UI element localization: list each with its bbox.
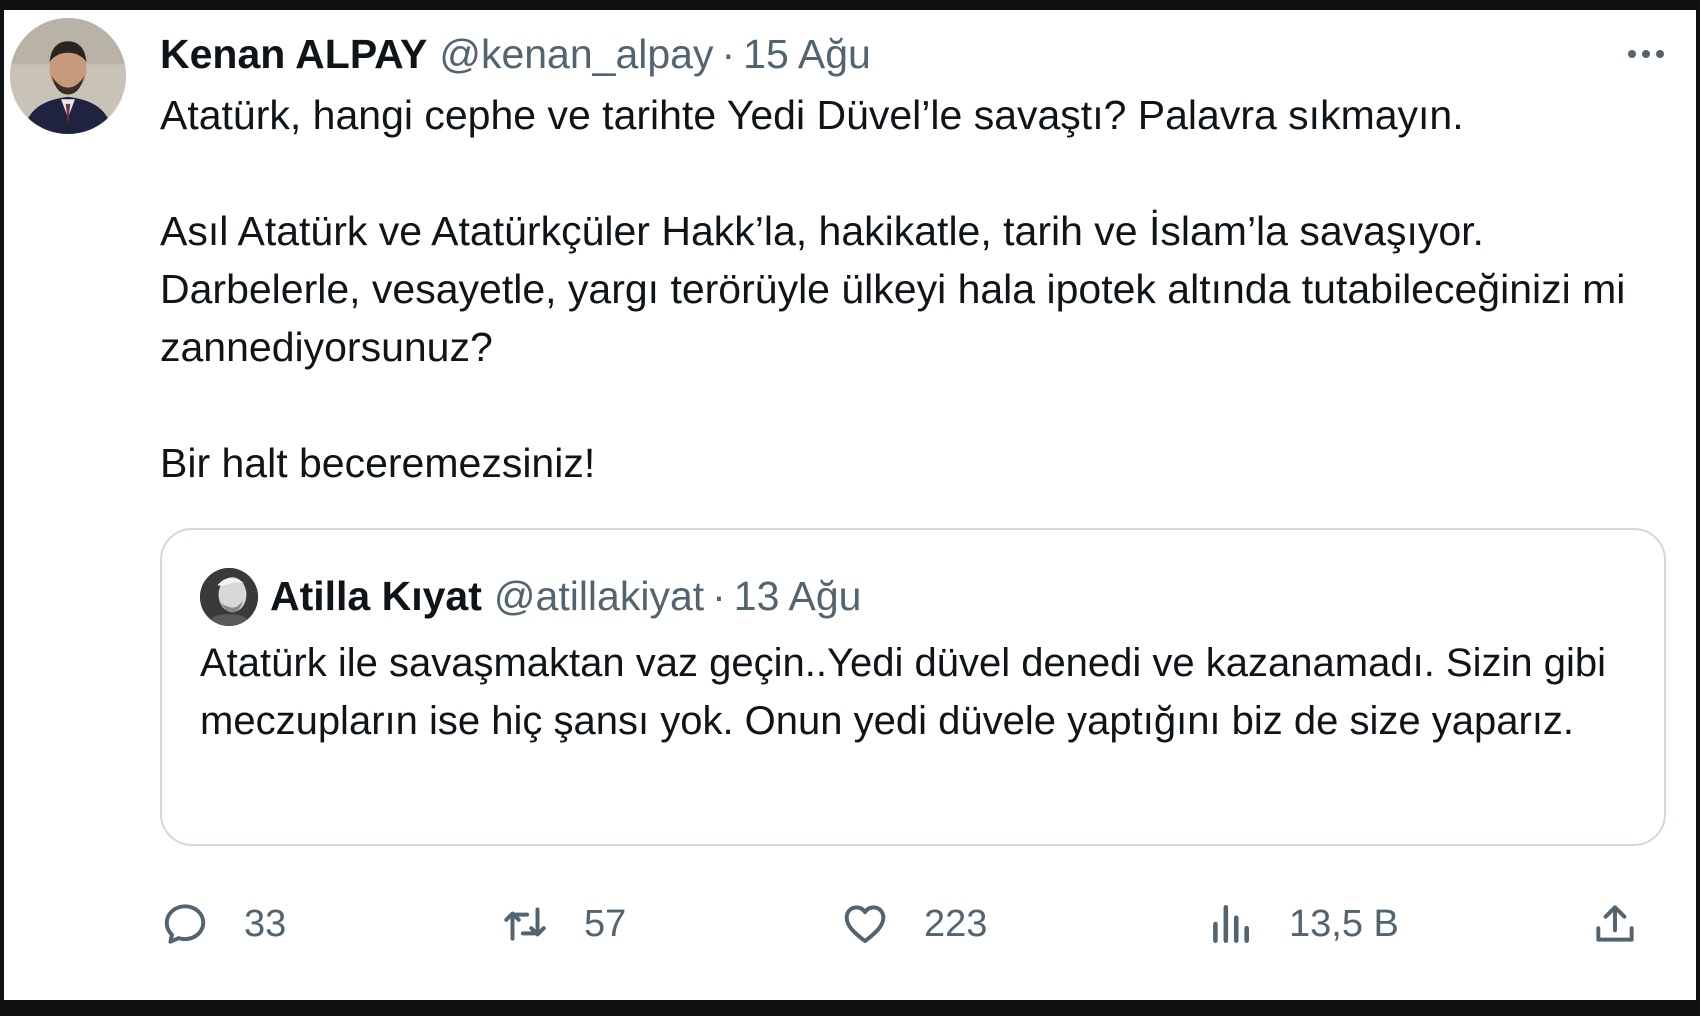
like-button[interactable]: 223 <box>840 894 987 954</box>
tweet-text: Atatürk, hangi cephe ve tarihte Yedi Düv… <box>160 86 1660 492</box>
share-icon <box>1596 905 1634 942</box>
reply-count: 33 <box>244 902 287 945</box>
author-name[interactable]: Kenan ALPAY <box>160 31 427 78</box>
quoted-author-name: Atilla Kıyat <box>270 572 482 619</box>
quoted-tweet-header: Atilla Kıyat @atillakiyat · 13 Ağu <box>270 566 861 626</box>
quoted-header-separator: · <box>712 572 726 619</box>
tweet-paragraph: Atatürk, hangi cephe ve tarihte Yedi Düv… <box>160 92 1464 138</box>
share-button[interactable] <box>1590 894 1640 954</box>
quoted-tweet[interactable]: Atilla Kıyat @atillakiyat · 13 Ağu Atatü… <box>160 528 1666 846</box>
heart-icon <box>844 905 886 944</box>
retweet-icon <box>504 907 546 941</box>
quoted-tweet-text: Atatürk ile savaşmaktan vaz geçin..Yedi … <box>200 641 1606 743</box>
quoted-author-handle: @atillakiyat <box>493 572 705 619</box>
more-options-button[interactable] <box>1616 36 1676 72</box>
tweet-card[interactable]: Kenan ALPAY @kenan_alpay · 15 Ağu Atatür… <box>4 10 1696 1000</box>
more-horizontal-icon <box>1628 50 1636 58</box>
tweet-paragraph: Asıl Atatürk ve Atatürkçüler Hakk’la, ha… <box>160 208 1626 370</box>
quoted-tweet-date: 13 Ağu <box>733 572 862 619</box>
author-avatar-image <box>10 18 126 134</box>
quoted-avatar-image <box>200 568 258 626</box>
reply-icon <box>164 904 206 944</box>
author-handle[interactable]: @kenan_alpay <box>439 31 713 78</box>
more-horizontal-icon-dot <box>1642 50 1650 58</box>
more-horizontal-icon-dot <box>1656 50 1664 58</box>
reply-button[interactable]: 33 <box>160 894 286 954</box>
like-count: 223 <box>924 902 988 945</box>
views-count: 13,5 B <box>1289 902 1399 945</box>
views-button[interactable]: 13,5 B <box>1205 894 1399 954</box>
tweet-paragraph: Bir halt beceremezsiniz! <box>160 440 596 486</box>
tweet-actions: 33 57 223 13,5 B <box>160 894 1660 954</box>
quoted-author-avatar <box>200 568 258 626</box>
author-avatar[interactable] <box>10 18 126 134</box>
tweet-date[interactable]: 15 Ağu <box>743 31 871 78</box>
header-separator: · <box>721 30 736 77</box>
retweet-button[interactable]: 57 <box>500 894 626 954</box>
retweet-count: 57 <box>584 902 627 945</box>
views-chart-icon <box>1213 905 1249 943</box>
tweet-header: Kenan ALPAY @kenan_alpay · 15 Ağu <box>160 26 871 82</box>
